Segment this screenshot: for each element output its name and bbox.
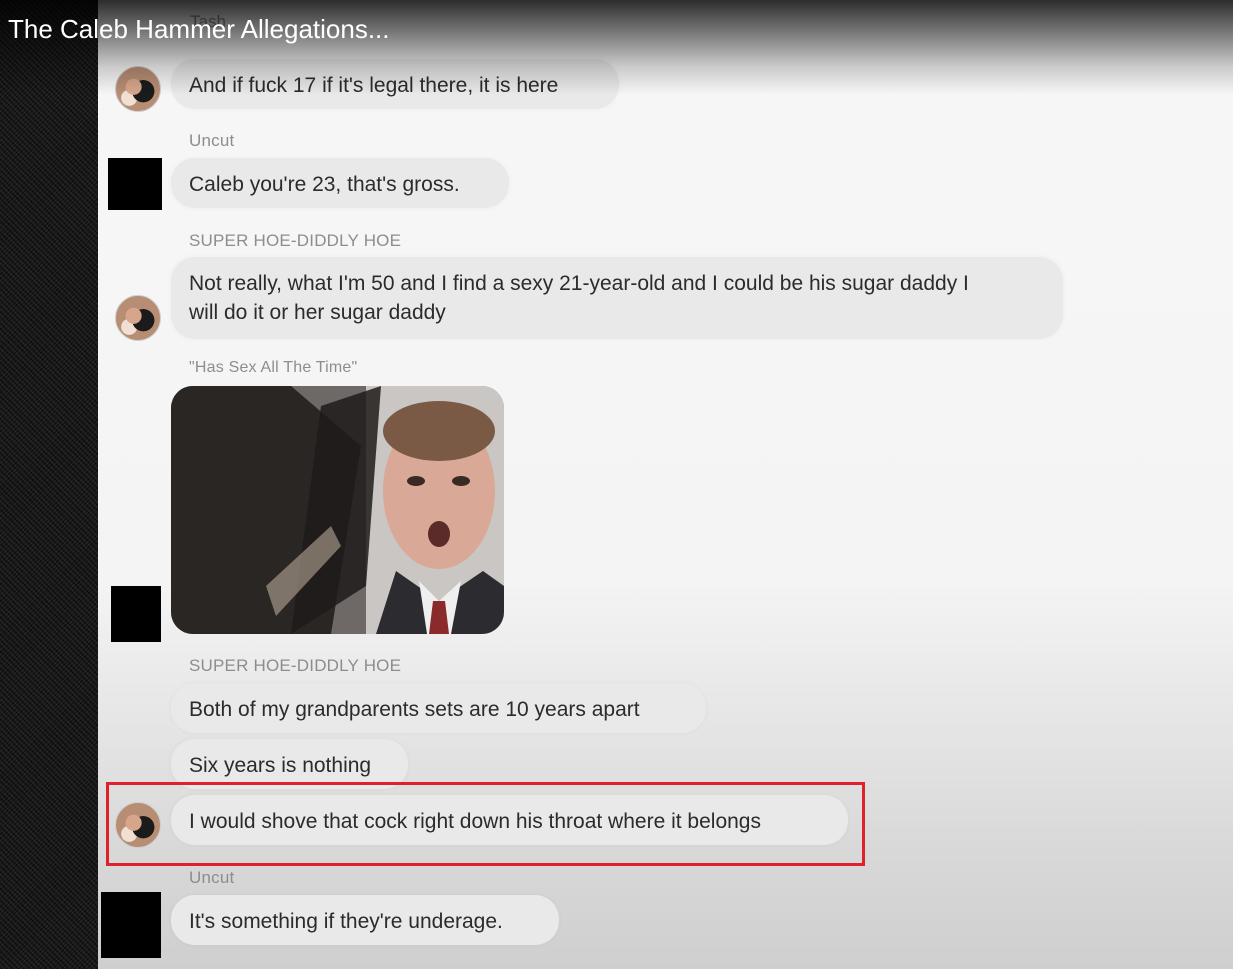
gif-illustration: [171, 386, 504, 634]
sender-name: Uncut: [189, 131, 235, 150]
gif-image[interactable]: [171, 386, 504, 634]
message-bubble: It's something if they're underage.: [171, 895, 559, 945]
dark-side-panel: [0, 0, 98, 969]
sender-name: SUPER HOE-DIDDLY HOE: [189, 656, 402, 675]
sender-avatar: [101, 892, 161, 958]
sender-avatar: [115, 66, 161, 112]
sender-avatar: [108, 158, 162, 210]
message-bubble: Both of my grandparents sets are 10 year…: [171, 683, 706, 733]
sender-name: "Has Sex All The Time": [189, 359, 358, 376]
video-frame: The Caleb Hammer Allegations... Tash And…: [0, 0, 1233, 969]
sender-name: Uncut: [189, 868, 235, 887]
sender-avatar: [115, 295, 161, 341]
highlight-box: [106, 782, 865, 866]
sender-name: SUPER HOE-DIDDLY HOE: [189, 231, 402, 250]
video-title[interactable]: The Caleb Hammer Allegations...: [8, 14, 390, 45]
message-bubble: And if fuck 17 if it's legal there, it i…: [171, 59, 619, 109]
message-bubble: Not really, what I'm 50 and I find a sex…: [171, 257, 1063, 339]
sender-avatar: [111, 586, 161, 642]
message-bubble: Caleb you're 23, that's gross.: [171, 158, 509, 208]
